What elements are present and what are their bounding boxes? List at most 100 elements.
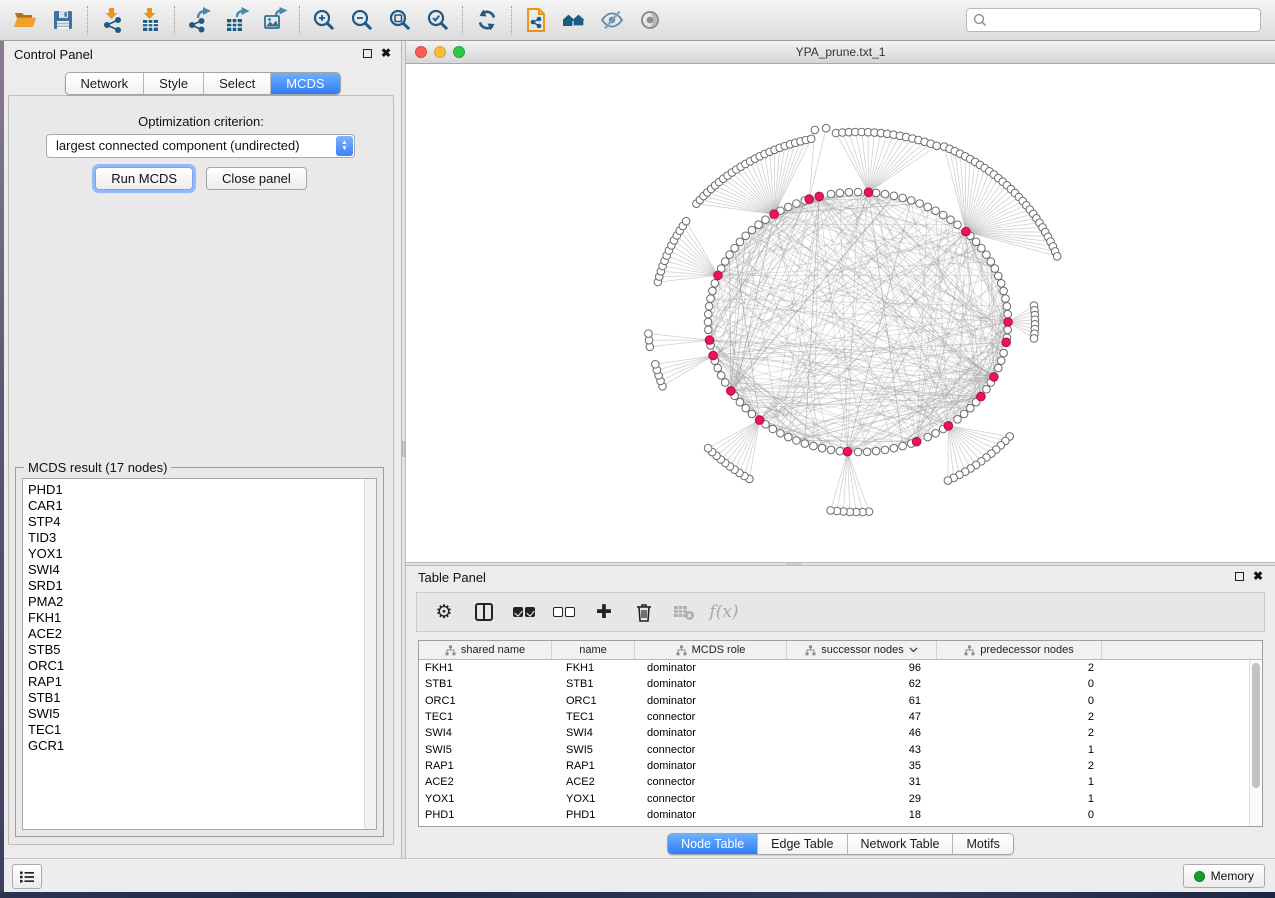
table-tab-node-table[interactable]: Node Table — [668, 834, 757, 854]
export-network-icon — [186, 7, 212, 33]
zoom-out-button[interactable] — [343, 3, 381, 37]
table-row[interactable]: YOX1YOX1connector291 — [419, 790, 1262, 806]
float-panel-icon[interactable] — [363, 49, 372, 58]
network-from-file-button[interactable] — [517, 3, 555, 37]
table-cell: ORC1 — [419, 695, 552, 707]
horizontal-splitter-handle[interactable] — [786, 563, 802, 565]
result-node-item[interactable]: SWI4 — [23, 562, 376, 578]
table-cell: STB1 — [552, 678, 635, 690]
result-node-item[interactable]: ACE2 — [23, 626, 376, 642]
network-window-title: YPA_prune.txt_1 — [406, 45, 1275, 59]
result-list-scrollbar[interactable] — [364, 479, 376, 829]
result-node-item[interactable]: STB1 — [23, 690, 376, 706]
zoom-fit-icon — [387, 7, 413, 33]
table-tab-network-table[interactable]: Network Table — [847, 834, 953, 854]
float-table-panel-icon[interactable] — [1235, 572, 1244, 581]
select-all-columns-button[interactable] — [511, 599, 537, 625]
result-node-item[interactable]: FKH1 — [23, 610, 376, 626]
table-row[interactable]: SWI4SWI4dominator462 — [419, 725, 1262, 741]
close-panel-icon[interactable]: ✖ — [381, 48, 391, 58]
column-header-name[interactable]: name — [552, 641, 635, 659]
column-header-predecessor-nodes[interactable]: predecessor nodes — [937, 641, 1102, 659]
import-table-button[interactable] — [131, 3, 169, 37]
application-window: Control Panel ✖ NetworkStyleSelectMCDS O… — [0, 0, 1275, 898]
column-header-shared-name[interactable]: shared name — [419, 641, 552, 659]
save-session-button[interactable] — [44, 3, 82, 37]
close-panel-button[interactable]: Close panel — [206, 167, 307, 190]
export-table-button[interactable] — [218, 3, 256, 37]
export-network-button[interactable] — [180, 3, 218, 37]
result-node-item[interactable]: GCR1 — [23, 738, 376, 754]
table-cell: PHD1 — [419, 809, 552, 821]
refresh-button[interactable] — [468, 3, 506, 37]
add-column-button[interactable]: ✚ — [591, 599, 617, 625]
tab-network[interactable]: Network — [65, 73, 143, 94]
table-scrollbar[interactable] — [1249, 660, 1262, 826]
table-cell: SWI5 — [552, 744, 635, 756]
table-delete-icon — [673, 602, 695, 622]
table-cell: 31 — [787, 776, 937, 788]
result-node-item[interactable]: SWI5 — [23, 706, 376, 722]
tab-style[interactable]: Style — [143, 73, 203, 94]
memory-button[interactable]: Memory — [1183, 864, 1265, 888]
network-window-titlebar[interactable]: YPA_prune.txt_1 — [406, 41, 1275, 64]
column-header-successor-nodes[interactable]: successor nodes — [787, 641, 937, 659]
table-row[interactable]: PHD1PHD1dominator180 — [419, 807, 1262, 823]
zoom-in-button[interactable] — [305, 3, 343, 37]
tab-mcds[interactable]: MCDS — [270, 73, 339, 94]
result-node-item[interactable]: PMA2 — [23, 594, 376, 610]
table-row[interactable]: ACE2ACE2connector311 — [419, 774, 1262, 790]
result-node-item[interactable]: PHD1 — [23, 479, 376, 498]
tab-select[interactable]: Select — [203, 73, 270, 94]
table-cell: 62 — [787, 678, 937, 690]
result-node-item[interactable]: RAP1 — [23, 674, 376, 690]
table-settings-button[interactable]: ⚙ — [431, 599, 457, 625]
column-header-MCDS-role[interactable]: MCDS role — [635, 641, 787, 659]
table-row[interactable]: ORC1ORC1dominator610 — [419, 693, 1262, 709]
hide-panels-button[interactable] — [593, 3, 631, 37]
deselect-all-columns-button[interactable] — [551, 599, 577, 625]
table-row[interactable]: FKH1FKH1dominator962 — [419, 660, 1262, 676]
table-cell: 0 — [937, 678, 1102, 690]
result-node-item[interactable]: TEC1 — [23, 722, 376, 738]
table-tab-edge-table[interactable]: Edge Table — [757, 834, 846, 854]
vertical-splitter-handle[interactable] — [402, 441, 405, 457]
table-scrollbar-thumb[interactable] — [1252, 663, 1260, 788]
table-body: FKH1FKH1dominator962STB1STB1dominator620… — [419, 660, 1262, 823]
table-row[interactable]: SWI5SWI5connector431 — [419, 741, 1262, 757]
zoom-selected-button[interactable] — [419, 3, 457, 37]
table-row[interactable]: RAP1RAP1dominator352 — [419, 758, 1262, 774]
close-table-panel-icon[interactable]: ✖ — [1253, 571, 1263, 581]
zoom-selected-icon — [425, 7, 451, 33]
show-graphics-details-button[interactable] — [631, 3, 669, 37]
delete-column-button[interactable] — [631, 599, 657, 625]
show-columns-button[interactable] — [471, 599, 497, 625]
column-label: predecessor nodes — [980, 644, 1074, 656]
optimization-criterion-select[interactable]: largest connected component (undirected)… — [46, 134, 355, 158]
result-node-item[interactable]: STP4 — [23, 514, 376, 530]
control-panel-title: Control Panel — [14, 47, 93, 62]
table-row[interactable]: TEC1TEC1connector472 — [419, 709, 1262, 725]
export-image-button[interactable] — [256, 3, 294, 37]
toolbar-separator — [299, 6, 300, 34]
network-canvas[interactable] — [406, 64, 1275, 562]
result-node-item[interactable]: YOX1 — [23, 546, 376, 562]
result-node-item[interactable]: ORC1 — [23, 658, 376, 674]
table-row[interactable]: STB1STB1dominator620 — [419, 676, 1262, 692]
result-node-item[interactable]: SRD1 — [23, 578, 376, 594]
search-input[interactable] — [966, 8, 1261, 32]
mcds-result-list[interactable]: PHD1CAR1STP4TID3YOX1SWI4SRD1PMA2FKH1ACE2… — [22, 478, 377, 830]
toolbar-separator — [462, 6, 463, 34]
zoom-fit-button[interactable] — [381, 3, 419, 37]
zoom-in-icon — [311, 7, 337, 33]
show-panel-list-button[interactable] — [12, 864, 42, 889]
table-tab-motifs[interactable]: Motifs — [952, 834, 1012, 854]
import-network-button[interactable] — [93, 3, 131, 37]
open-file-button[interactable] — [6, 3, 44, 37]
result-node-item[interactable]: TID3 — [23, 530, 376, 546]
show-all-panels-button[interactable] — [555, 3, 593, 37]
table-cell: RAP1 — [419, 760, 552, 772]
run-mcds-button[interactable]: Run MCDS — [95, 167, 193, 190]
result-node-item[interactable]: CAR1 — [23, 498, 376, 514]
result-node-item[interactable]: STB5 — [23, 642, 376, 658]
